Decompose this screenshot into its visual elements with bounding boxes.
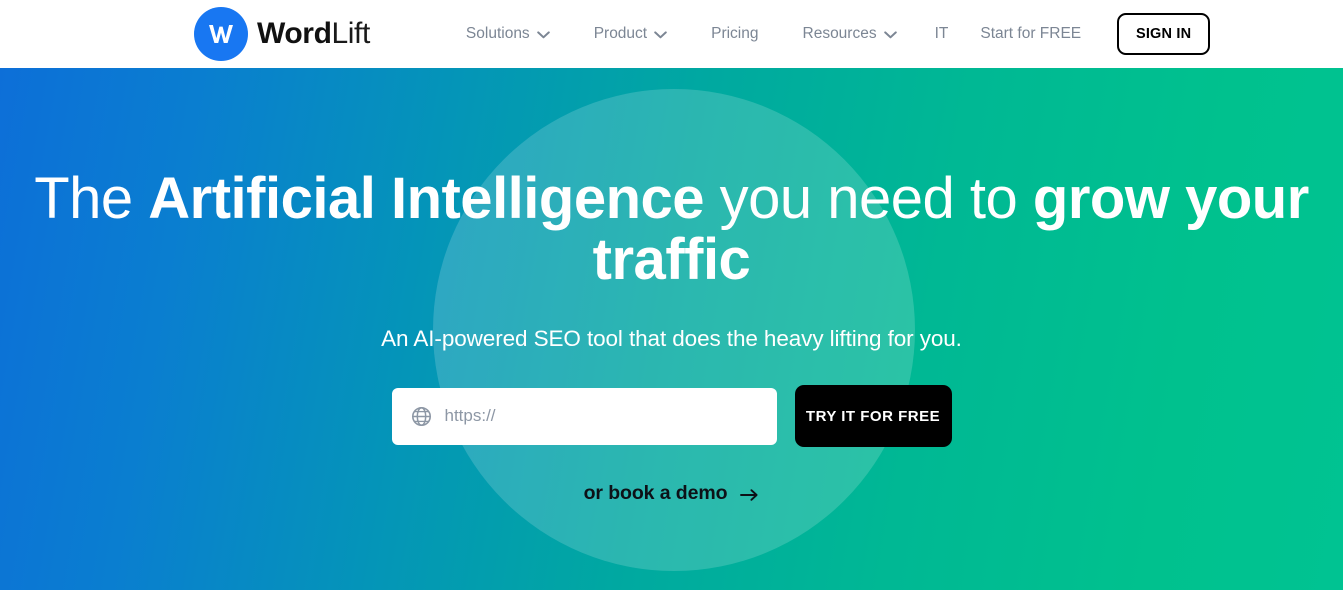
language-switcher-it[interactable]: IT (919, 25, 965, 43)
header-actions: IT Start for FREE SIGN IN (919, 13, 1211, 55)
hero-subtitle: An AI-powered SEO tool that does the hea… (381, 326, 962, 351)
hero-content: The Artificial Intelligence you need to … (0, 168, 1343, 505)
nav-item-label: Resources (802, 25, 877, 43)
wordlift-w-logo-icon (194, 7, 248, 61)
nav-item-label: Pricing (711, 25, 759, 43)
nav-item-product[interactable]: Product (572, 25, 689, 43)
globe-icon (411, 406, 432, 427)
url-input[interactable] (444, 387, 758, 445)
hero-section: The Artificial Intelligence you need to … (0, 68, 1343, 590)
brand-logo[interactable]: WordLift (194, 7, 370, 61)
site-header: WordLift Solutions Product Pricing Resou… (0, 0, 1343, 68)
headline-part-1: The (34, 166, 149, 231)
brand-name-light: Lift (331, 17, 371, 50)
nav-item-label: Product (593, 25, 648, 43)
nav-item-resources[interactable]: Resources (781, 25, 919, 43)
url-input-wrapper[interactable] (391, 387, 777, 445)
chevron-down-icon (883, 27, 897, 43)
main-navigation: Solutions Product Pricing Resources (444, 25, 919, 43)
chevron-down-icon (536, 27, 550, 43)
brand-name: WordLift (257, 19, 370, 49)
book-a-demo-link[interactable]: or book a demo (584, 482, 760, 505)
headline-strong-1: Artificial Intelligence (148, 166, 705, 231)
nav-item-solutions[interactable]: Solutions (444, 25, 572, 43)
book-a-demo-label: or book a demo (583, 482, 728, 504)
headline-part-2: you need to (704, 166, 1033, 231)
sign-in-button[interactable]: SIGN IN (1117, 13, 1211, 55)
nav-item-pricing[interactable]: Pricing (689, 26, 780, 42)
brand-name-strong: Word (257, 17, 332, 50)
arrow-right-icon (740, 486, 759, 502)
chevron-down-icon (654, 27, 667, 43)
start-for-free-link[interactable]: Start for FREE (964, 25, 1095, 43)
try-it-for-free-button[interactable]: TRY IT FOR FREE (794, 385, 952, 447)
hero-signup-form: TRY IT FOR FREE (0, 385, 1343, 447)
nav-item-label: Solutions (465, 25, 530, 43)
hero-headline: The Artificial Intelligence you need to … (0, 168, 1343, 290)
